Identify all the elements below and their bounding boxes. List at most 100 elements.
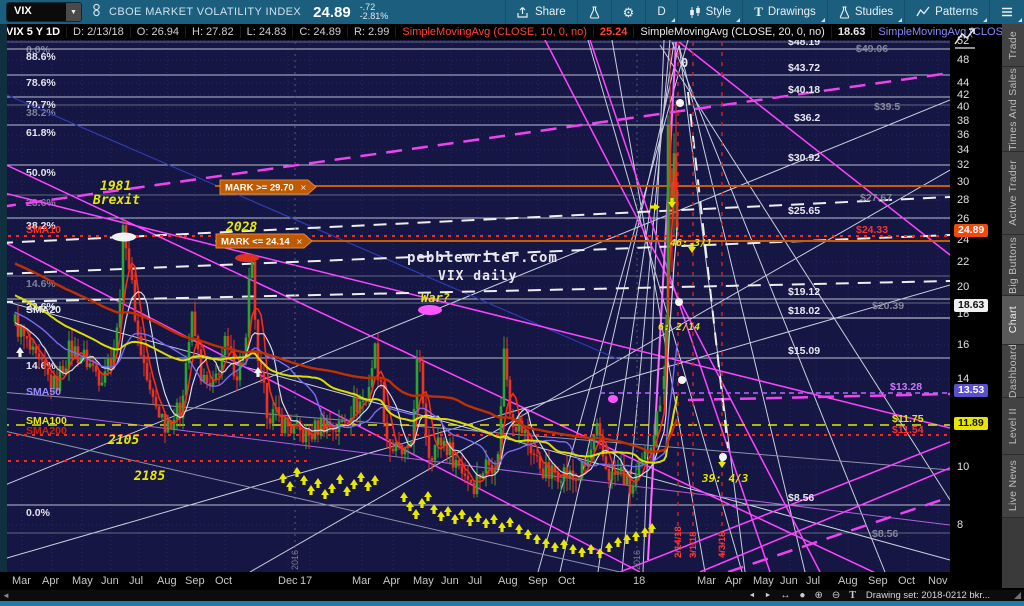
svg-text:$30.92: $30.92: [788, 152, 820, 164]
price-tick: 34: [957, 144, 970, 156]
svg-text:0: 0: [681, 56, 689, 70]
toolbar-buttons: Share ⚙ D Style T Drawings Studies Patterns: [504, 0, 1024, 24]
svg-text:SMA20: SMA20: [26, 304, 61, 316]
price-tick: 30: [957, 176, 970, 188]
time-tick: Jun: [101, 575, 119, 587]
status-icon[interactable]: ⊕: [814, 590, 822, 601]
price-tick: 28: [957, 194, 970, 206]
svg-text:46: 3/1: 46: 3/1: [670, 238, 712, 249]
price-badge: 11.89: [954, 417, 988, 430]
time-tick: Oct: [215, 575, 233, 587]
scroll-left-icon[interactable]: ◄: [2, 591, 10, 600]
symbol-value[interactable]: VIX: [7, 3, 66, 21]
sidebar-tab-level-ii[interactable]: Level II: [1002, 398, 1024, 455]
time-tick: Aug: [838, 575, 858, 587]
svg-text:88.6%: 88.6%: [26, 51, 56, 63]
time-tick: Jul: [129, 575, 144, 587]
svg-text:61.8%: 61.8%: [26, 127, 56, 139]
price-badge: 24.89: [954, 224, 989, 237]
left-gutter: [0, 24, 7, 601]
svg-text:Brexit: Brexit: [92, 193, 140, 208]
price-tick: 48: [957, 54, 970, 66]
price-tick: 40: [957, 101, 970, 113]
ohlc-segment: D: 2/13/18: [66, 26, 130, 38]
study-label[interactable]: SimpleMovingAvg (CLOSE, 20, 0, no): [633, 26, 830, 38]
timeframe-button[interactable]: D: [645, 0, 676, 24]
flask-button[interactable]: [576, 0, 611, 24]
price-axis[interactable]: 52 48 44 42 40 38 36 34 32 30 28 26 24 22 20 18 16 14 10 8 2…: [950, 35, 1002, 572]
svg-text:14.6%: 14.6%: [26, 278, 56, 290]
time-tick: Oct: [898, 575, 916, 587]
time-tick: Jun: [441, 575, 459, 587]
time-tick: Mar: [352, 575, 371, 587]
sidebar-tab-dashboard[interactable]: Dashboard: [1002, 344, 1024, 398]
sidebar-tab-active-trader[interactable]: Active Trader: [1002, 152, 1024, 235]
style-button[interactable]: Style: [676, 0, 743, 24]
svg-text:50.0%: 50.0%: [26, 167, 56, 179]
ohlc-segment: O: 26.94: [129, 26, 185, 38]
svg-text:MARK <= 24.14: MARK <= 24.14: [221, 237, 290, 248]
status-icon[interactable]: ⊖: [832, 590, 840, 601]
time-tick: Sep: [185, 575, 205, 587]
time-axis[interactable]: Mar Apr May Jun Jul Aug Sep Oct Dec 17 Mar Apr May Ju…: [0, 572, 1002, 590]
sidebar-tab-big-buttons[interactable]: Big Buttons: [1002, 235, 1024, 296]
studies-button[interactable]: Studies: [826, 0, 904, 24]
svg-text:0.0%: 0.0%: [26, 507, 51, 519]
resize-handle[interactable]: [1014, 592, 1021, 599]
svg-text:2016: 2016: [632, 550, 642, 570]
ohlc-segment: H: 27.82: [185, 26, 240, 38]
time-tick: Aug: [157, 575, 177, 587]
gear-button[interactable]: ⚙: [610, 0, 646, 24]
svg-text:SMA10: SMA10: [26, 224, 61, 236]
svg-text:$24.33: $24.33: [856, 224, 888, 236]
svg-text:SMA200: SMA200: [26, 425, 67, 437]
chevron-down-icon[interactable]: ▼: [66, 3, 81, 21]
drawing-set-label: Drawing set: 2018-0212 bkr...: [865, 590, 990, 601]
chart-canvas[interactable]: 0.0%38.2%23.6%14.6%88.6%78.6%70.7%61.8%5…: [0, 40, 950, 572]
price-tick: 44: [957, 77, 970, 89]
time-tick: May: [413, 575, 434, 587]
sidebar-tab-live-news[interactable]: Live News: [1002, 455, 1024, 518]
time-tick: 17: [300, 575, 313, 587]
svg-text:$19.12: $19.12: [788, 286, 820, 298]
svg-text:$8.56: $8.56: [788, 492, 814, 504]
svg-text:$20.39: $20.39: [872, 300, 904, 312]
status-icon[interactable]: T: [849, 590, 856, 601]
ohlc-segment: C: 24.89: [292, 26, 347, 38]
svg-text:2028: 2028: [225, 220, 257, 235]
status-icon[interactable]: ►: [764, 591, 771, 601]
svg-text:2/14/18: 2/14/18: [673, 526, 684, 558]
status-icon[interactable]: ●: [799, 590, 805, 601]
time-tick: Jul: [806, 575, 821, 587]
price-tick: 10: [957, 461, 970, 473]
chart-header-readout: VIX 5 Y 1D D: 2/13/18 O: 26.94 H: 27.82 L: 2…: [0, 24, 1024, 40]
svg-text:2185: 2185: [133, 469, 165, 484]
time-tick: 18: [633, 575, 646, 587]
chart-link-icon[interactable]: [92, 3, 101, 22]
svg-text:1981: 1981: [100, 179, 131, 194]
share-button[interactable]: Share: [504, 0, 577, 24]
status-icon[interactable]: ◄: [749, 591, 756, 601]
symbol-dropdown[interactable]: VIX ▼: [6, 2, 82, 22]
status-bar: ◄ ◄ ► ↔ ● ⊕ ⊖ T Drawing set: 2018-0212 bkr...: [0, 590, 1024, 601]
svg-text:✕: ✕: [296, 238, 303, 247]
svg-text:6: 2/14: 6: 2/14: [658, 322, 700, 333]
time-tick: Apr: [725, 575, 743, 587]
svg-text:2105: 2105: [107, 433, 139, 448]
time-tick: Sep: [868, 575, 888, 587]
study-label[interactable]: SimpleMovingAvg (CLOSE, 10, 0, no): [395, 26, 592, 38]
svg-text:$15.09: $15.09: [788, 345, 820, 357]
chart-toolbar: VIX ▼ CBOE MARKET VOLATILITY INDEX 24.89…: [0, 0, 1024, 24]
sidebar-tab-chart[interactable]: Chart: [1002, 296, 1024, 345]
sidebar-tab-times-and-sales[interactable]: Times And Sales: [1002, 67, 1024, 152]
drawings-button[interactable]: T Drawings: [742, 0, 827, 24]
menu-button[interactable]: [989, 0, 1024, 24]
status-icon[interactable]: ↔: [780, 590, 790, 601]
sidebar-tab-trade[interactable]: Trade: [1002, 24, 1024, 67]
thinkorswim-window: VIX ▼ CBOE MARKET VOLATILITY INDEX 24.89…: [0, 0, 1024, 606]
price-tick: 32: [957, 159, 970, 171]
chart-scale-icon[interactable]: [952, 26, 978, 52]
price-badge: 13.53: [954, 384, 989, 397]
patterns-button[interactable]: Patterns: [904, 0, 989, 24]
price-tick: 8: [957, 519, 964, 531]
